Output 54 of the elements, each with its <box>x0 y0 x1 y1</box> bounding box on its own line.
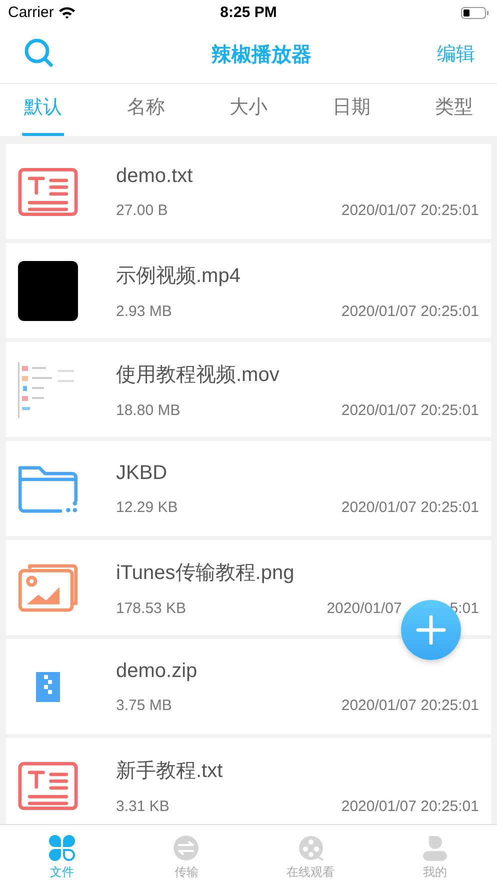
text-file-icon <box>18 166 78 216</box>
file-date: 2020/01/07 <box>326 600 402 616</box>
file-size: 3.75 MB <box>116 696 172 714</box>
text-file-icon <box>18 760 78 810</box>
file-row[interactable]: 示例视频.mp4 2.93 MB 2020/01/07 20:25:01 <box>6 243 491 338</box>
image-icon <box>18 562 78 612</box>
file-size: 18.80 MB <box>116 402 180 418</box>
file-name: demo.zip <box>116 660 198 682</box>
file-row[interactable]: 使用教程视频.mov 18.80 MB 2020/01/07 20:25:01 <box>6 342 491 437</box>
file-size: 178.53 KB <box>116 600 186 616</box>
person-icon <box>422 835 448 861</box>
file-date: 2020/01/07 20:25:01 <box>341 798 479 814</box>
battery-icon <box>461 6 489 18</box>
edit-button[interactable]: 编辑 <box>437 41 475 67</box>
video-thumbnail <box>18 260 78 320</box>
film-reel-icon <box>298 835 324 861</box>
tab-bar-item[interactable]: 传输 <box>124 825 248 883</box>
file-name: JKBD <box>116 462 168 484</box>
file-name: iTunes传输教程.png <box>116 560 296 586</box>
carrier-name: Carrier <box>8 4 54 21</box>
file-name: demo.txt <box>116 164 194 188</box>
file-size: 12.29 KB <box>116 498 178 516</box>
file-size: 27.00 B <box>116 202 168 218</box>
file-name: 新手教程.txt <box>116 758 224 784</box>
tab-bar-item[interactable]: 我的 <box>372 825 497 883</box>
file-date: 2020/01/07 20:25:01 <box>341 696 479 714</box>
sort-tab[interactable]: 类型 <box>433 84 475 136</box>
search-icon[interactable] <box>24 38 56 70</box>
sort-tab[interactable]: 日期 <box>330 84 372 136</box>
file-row[interactable]: JKBD 12.29 KB 2020/01/07 20:25:01 <box>6 441 491 536</box>
file-date: 2020/01/07 20:25:01 <box>341 302 479 320</box>
file-name: 示例视频.mp4 <box>116 264 242 288</box>
file-row[interactable]: 新手教程.txt 3.31 KB 2020/01/07 20:25:01 <box>6 738 491 824</box>
transfer-icon <box>173 835 200 861</box>
file-date: 2020/01/07 20:25:01 <box>341 402 479 418</box>
file-date: 2020/01/07 20:25:01 <box>341 498 479 516</box>
folder-icon <box>18 464 78 514</box>
status-time: 8:25 PM <box>220 4 277 21</box>
zip-file-icon <box>36 672 60 702</box>
file-name: 使用教程视频.mov <box>116 362 280 388</box>
clover-icon <box>49 835 76 861</box>
wifi-icon <box>58 6 76 19</box>
file-date: 2020/01/07 20:25:01 <box>341 202 479 218</box>
file-row[interactable]: demo.txt 27.00 B 2020/01/07 20:25:01 <box>6 144 491 239</box>
plus-icon <box>416 615 446 645</box>
file-size: 2.93 MB <box>116 302 172 320</box>
sort-tab[interactable]: 默认 <box>22 84 64 136</box>
file-size: 3.31 KB <box>116 798 170 814</box>
app-title: 辣椒播放器 <box>210 42 312 68</box>
file-row[interactable]: demo.zip 3.75 MB 2020/01/07 20:25:01 <box>6 639 491 734</box>
sort-tab[interactable]: 大小 <box>228 84 270 136</box>
sort-tab[interactable]: 名称 <box>124 84 167 136</box>
tab-bar-item[interactable]: 在线观看 <box>248 825 373 883</box>
tab-bar-item[interactable]: 文件 <box>0 825 124 883</box>
